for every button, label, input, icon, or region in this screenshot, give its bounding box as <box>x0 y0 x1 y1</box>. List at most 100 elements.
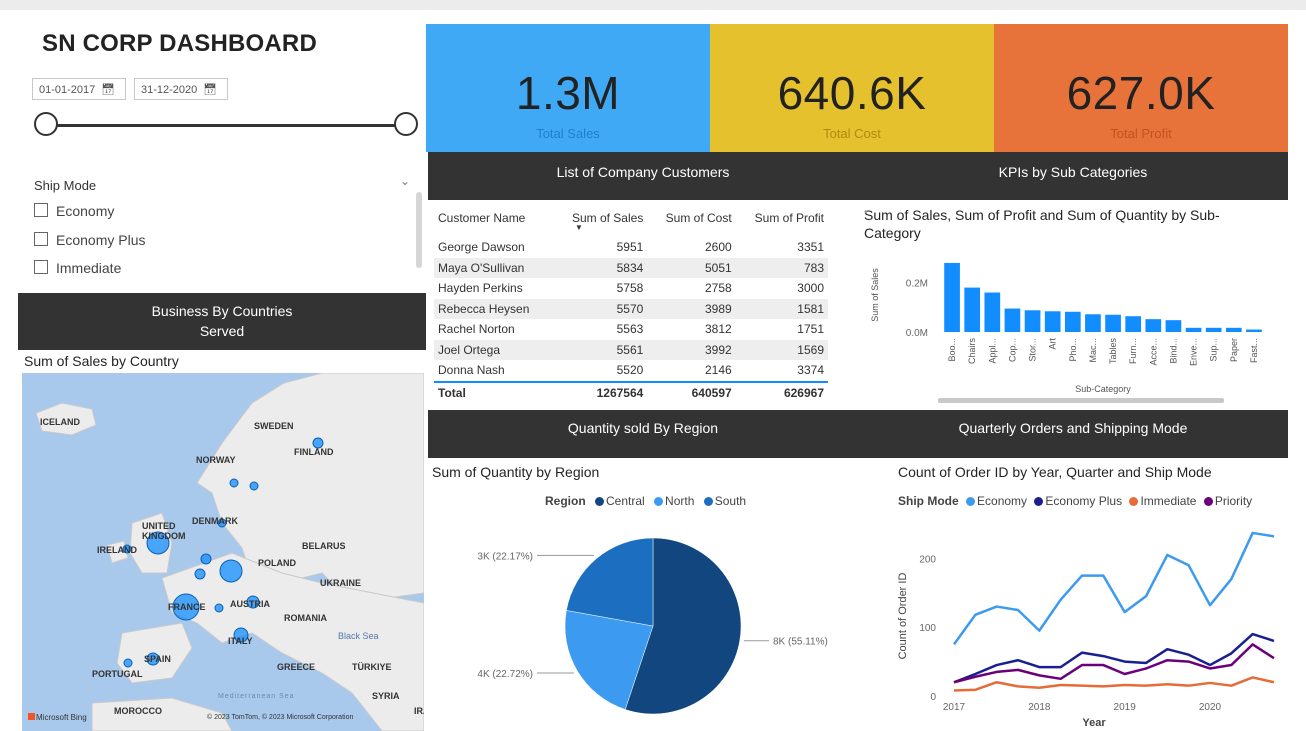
column-header[interactable]: Sum of Cost <box>647 207 735 229</box>
table-row[interactable]: Rachel Norton 5563 3812 1751 <box>434 319 828 340</box>
calendar-icon[interactable]: 📅︎ <box>203 79 217 101</box>
table-row-cut <box>434 229 828 237</box>
bar[interactable] <box>984 292 1001 332</box>
bar[interactable] <box>944 262 960 332</box>
legend-item-priority[interactable]: Priority <box>1203 494 1252 508</box>
country-sales-map[interactable]: ICELAND SWEDEN FINLAND NORWAY UNITED KIN… <box>22 373 424 731</box>
column-header-sorted[interactable]: Sum of Sales <box>553 207 648 229</box>
table-cell: 2146 <box>704 363 732 378</box>
bar[interactable] <box>1165 320 1182 332</box>
checkbox[interactable] <box>34 203 48 217</box>
end-date-input[interactable]: 31-12-2020 📅︎ <box>134 78 228 100</box>
x-axis-label: Year <box>1082 717 1106 729</box>
chart-scrollbar[interactable] <box>938 398 1224 403</box>
chevron-down-icon[interactable]: ⌄ <box>400 174 410 188</box>
date-slider-track[interactable] <box>44 124 406 127</box>
checkbox[interactable] <box>34 232 48 246</box>
map-label-sweden: SWEDEN <box>254 421 294 431</box>
bar[interactable] <box>1105 314 1121 332</box>
map-bubble[interactable] <box>200 553 212 565</box>
table-row[interactable]: Hayden Perkins 5758 2758 3000 <box>434 278 828 299</box>
option-label: Economy Plus <box>56 232 146 248</box>
bar[interactable] <box>1024 310 1041 332</box>
map-label-morocco: MOROCCO <box>114 706 162 716</box>
map-bubble[interactable] <box>123 658 133 668</box>
x-tick-label: Boo... <box>947 338 957 362</box>
sub-category-bar-chart[interactable]: Sum of Sales 0.0M 0.2M Boo... Chairs Appl... C… <box>868 250 1280 410</box>
filter-option-economy[interactable]: Economy <box>34 203 114 219</box>
legend-item-north[interactable]: North <box>654 494 694 508</box>
bar[interactable] <box>1125 316 1142 332</box>
map-label-finland: FINLAND <box>294 447 334 457</box>
date-slider-end-handle[interactable] <box>394 112 418 136</box>
column-header[interactable]: Sum of Profit <box>736 207 828 229</box>
legend-item-economy[interactable]: Economy <box>966 494 1027 508</box>
map-label-denmark: DENMARK <box>192 516 238 526</box>
map-bubble[interactable] <box>219 559 243 583</box>
table-cell: 1569 <box>735 339 828 360</box>
customers-table-container[interactable]: Customer Name Sum of Sales Sum of Cost S… <box>434 207 828 407</box>
map-attribution: © 2023 TomTom, © 2023 Microsoft Corporat… <box>207 714 354 721</box>
filter-scrollbar[interactable] <box>416 192 422 268</box>
legend-item-immediate[interactable]: Immediate <box>1129 494 1196 508</box>
page-title: SN CORP DASHBOARD <box>42 30 317 57</box>
x-tick-label: Sup... <box>1209 338 1219 362</box>
table-row[interactable]: Maya O'Sullivan 5834 5051 783 <box>434 257 828 278</box>
series-line[interactable] <box>953 676 1275 692</box>
map-label-greece: GREECE <box>277 662 316 672</box>
pie-data-label: 3K (22.17%) <box>477 551 533 562</box>
section-title-region: Quantity sold By Region <box>567 420 719 436</box>
kpi-card-total-profit: 627.0K Total Profit <box>994 24 1288 152</box>
bar[interactable] <box>964 287 981 332</box>
map-title: Sum of Sales by Country <box>24 353 179 369</box>
section-header-row-2: Quantity sold By Region Quarterly Orders… <box>428 410 1288 458</box>
bar[interactable] <box>1004 308 1021 332</box>
bar[interactable] <box>1246 329 1262 332</box>
legend-item-economy-plus[interactable]: Economy Plus <box>1034 494 1122 508</box>
table-cell: 3000 <box>797 281 824 296</box>
sort-desc-icon[interactable]: ▼ <box>575 223 583 232</box>
table-row[interactable]: George Dawson 5951 2600 3351 <box>434 237 828 258</box>
orders-line-chart[interactable]: Count of Order ID 0 100 200 2017 2018 2019 2020… <box>894 516 1284 731</box>
filter-option-immediate[interactable]: Immediate <box>34 260 121 276</box>
bar[interactable] <box>1225 327 1242 332</box>
legend-item-central[interactable]: Central <box>595 494 645 508</box>
pie-slice[interactable] <box>566 537 654 627</box>
section-title-line: Served <box>199 323 245 339</box>
bar[interactable] <box>1064 311 1081 332</box>
section-title-quarterly: Quarterly Orders and Shipping Mode <box>958 420 1188 436</box>
region-pie-chart[interactable]: 8K (55.11%) 4K (22.72%) 3K (22.17%) <box>430 512 860 731</box>
table-cell: 5834 <box>552 257 648 278</box>
map-bubble[interactable] <box>194 568 206 580</box>
bar[interactable] <box>1185 327 1202 332</box>
y-tick-label: 0.0M <box>906 328 928 339</box>
pie-data-label: 4K (22.72%) <box>477 669 533 680</box>
legend-item-south[interactable]: South <box>703 494 746 508</box>
table-cell: 3351 <box>797 240 824 255</box>
map-bubble[interactable] <box>249 481 259 491</box>
calendar-icon[interactable]: 📅︎ <box>101 79 115 101</box>
date-slider-start-handle[interactable] <box>34 112 58 136</box>
map-bubble[interactable] <box>229 478 239 488</box>
bar[interactable] <box>1145 319 1162 332</box>
legend-label: Immediate <box>1140 494 1197 508</box>
map-bubble[interactable] <box>214 603 224 613</box>
table-row[interactable]: Joel Ortega 5561 3992 1569 <box>434 339 828 360</box>
section-title-kpis-sub: KPIs by Sub Categories <box>998 164 1148 180</box>
table-row[interactable]: Rebecca Heysen 5570 3989 1581 <box>434 298 828 319</box>
table-cell: 1581 <box>735 298 828 319</box>
start-date-input[interactable]: 01-01-2017 📅︎ <box>32 78 126 100</box>
series-line[interactable] <box>952 531 1275 646</box>
column-header[interactable]: Customer Name <box>434 207 553 229</box>
bar[interactable] <box>1044 311 1061 332</box>
series-line[interactable] <box>953 632 1275 684</box>
table-row[interactable]: Donna Nash 5520 2146 3374 <box>434 360 828 382</box>
x-tick-label: Enve... <box>1189 338 1199 366</box>
checkbox[interactable] <box>34 260 48 274</box>
option-label: Economy <box>56 203 115 219</box>
bar[interactable] <box>1205 327 1222 332</box>
filter-option-economy-plus[interactable]: Economy Plus <box>34 232 145 248</box>
pie-data-label: 8K (55.11%) <box>773 637 828 648</box>
pie-legend: Region Central North South <box>545 494 746 508</box>
bar[interactable] <box>1085 314 1101 332</box>
